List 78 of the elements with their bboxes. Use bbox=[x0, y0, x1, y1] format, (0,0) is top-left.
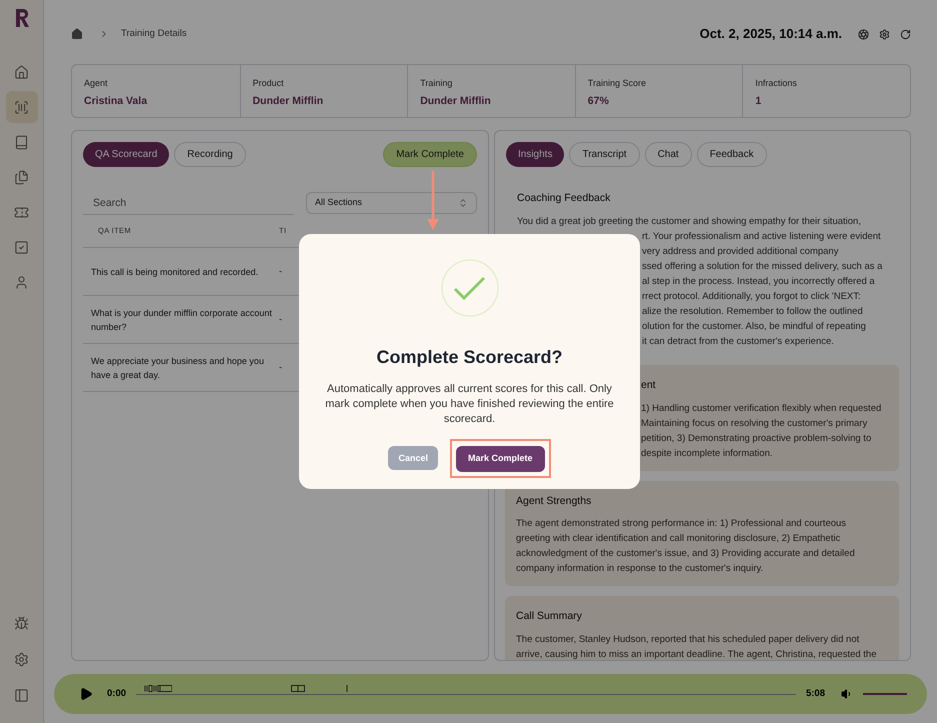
dialog-message: Automatically approves all current scores for this call. Only mark complete when you have finished reviewing the entire scorecard. bbox=[324, 382, 614, 427]
stat-value: Dunder Mifflin bbox=[252, 94, 324, 108]
scan-icon bbox=[14, 100, 29, 114]
logo-icon bbox=[14, 8, 30, 28]
tab[interactable]: Feedback bbox=[696, 142, 767, 167]
checkbox-icon bbox=[14, 240, 29, 254]
user-icon bbox=[14, 274, 29, 290]
section-title: Agent Strengths bbox=[516, 494, 592, 508]
bug-icon bbox=[14, 616, 29, 630]
current-time: 0:00 bbox=[107, 686, 126, 701]
paragraph-line: The customer, Stanley Hudson, reported that his scheduled paper delivery did not bbox=[516, 633, 860, 647]
marker-icon bbox=[144, 684, 172, 692]
settings-icon[interactable] bbox=[879, 28, 890, 40]
duration: 5:08 bbox=[806, 686, 825, 701]
paragraph-line: acknowledgment of the customer's issue, and 3) Providing accurate and detailed bbox=[516, 547, 856, 562]
marker-icon bbox=[291, 684, 306, 692]
table-cell-text: - bbox=[279, 312, 282, 326]
date-time: Oct. 2, 2025, 10:14 a.m. bbox=[700, 25, 842, 44]
breadcrumb-current: Training Details bbox=[121, 26, 187, 41]
table-cell-text: - bbox=[279, 360, 282, 374]
stat-label: Training bbox=[420, 77, 454, 90]
annotation-arrow bbox=[427, 171, 439, 231]
paragraph-line: Maintaining focus on resolving the customer's primary bbox=[641, 416, 868, 430]
paragraph-line: The agent demonstrated strong performance in: 1) Professional and courteous bbox=[516, 517, 848, 532]
sidebar-item[interactable] bbox=[6, 91, 38, 123]
mark-complete-button[interactable]: Mark Complete bbox=[383, 142, 477, 167]
marker-icon bbox=[346, 684, 348, 692]
tab[interactable]: Transcript bbox=[569, 142, 640, 167]
files-icon bbox=[14, 170, 29, 184]
paragraph-line: olution for the customer. Also, be mindful of repeating bbox=[642, 320, 867, 334]
tab[interactable]: Insights bbox=[506, 142, 564, 167]
play-button[interactable] bbox=[79, 687, 93, 701]
paragraph-line: company information in response to the customer's inquiry. bbox=[516, 562, 764, 576]
stat-value: 1 bbox=[755, 94, 762, 108]
refresh-icon[interactable] bbox=[900, 28, 911, 40]
search-field[interactable]: Search bbox=[83, 191, 294, 215]
paragraph-line: ssed offering a solution for the missed delivery, such as a bbox=[642, 260, 884, 274]
chevron-icon bbox=[458, 198, 468, 208]
paragraph-line: it can detract from the customer's experience. bbox=[642, 334, 835, 349]
paragraph-line: al step in the process. Instead, you incorrectly offered a bbox=[642, 274, 876, 289]
paragraph-line: despite incomplete information. bbox=[641, 446, 774, 460]
volume-icon[interactable] bbox=[841, 688, 853, 700]
paragraph-line: very address and provided additional company bbox=[642, 244, 840, 259]
paragraph-line: arrive, causing him to miss an important deadline. The agent, Christina, requested the bbox=[516, 648, 878, 660]
section-title: ent bbox=[641, 378, 657, 393]
stat-value: Cristina Vala bbox=[84, 94, 148, 108]
sidebar-toggle-icon bbox=[14, 688, 29, 702]
stat-value: 67% bbox=[588, 94, 610, 108]
stat-label: Product bbox=[252, 77, 285, 90]
home-icon[interactable] bbox=[71, 28, 83, 40]
stat-label: Infractions bbox=[755, 77, 798, 90]
stat-label: Agent bbox=[84, 77, 109, 90]
section-select[interactable]: All Sections bbox=[306, 192, 477, 214]
stat-label: Training Score bbox=[588, 77, 647, 90]
tab[interactable]: Chat bbox=[644, 142, 692, 167]
table-cell-text: We appreciate your business and hope you have a great day. bbox=[90, 354, 265, 382]
paragraph-line: 1) Handling customer verification flexibly when requested bbox=[641, 402, 882, 416]
section-title: Call Summary bbox=[516, 609, 583, 624]
table-cell-text: - bbox=[279, 264, 282, 278]
paragraph-line: alize the resolution. Remember to follow the outlined bbox=[642, 304, 864, 319]
tab[interactable]: QA Scorecard bbox=[83, 142, 170, 167]
table-cell-text: This call is being monitored and recorded. bbox=[90, 266, 260, 278]
stat-value: Dunder Mifflin bbox=[420, 94, 492, 108]
paragraph-line: You did a great job greeting the customer and showing empathy for their situation, bbox=[517, 214, 862, 229]
tab[interactable]: Recording bbox=[174, 142, 246, 167]
dialog-title: Complete Scorecard? bbox=[376, 346, 563, 369]
paragraph-line: rt. Your professionalism and active listening were evident bbox=[642, 230, 882, 244]
ticket-icon bbox=[14, 204, 29, 220]
settings-icon bbox=[14, 652, 29, 666]
paragraph-line: greeting with clear identification and call monitoring disclosure, 2) Empathetic bbox=[516, 532, 842, 546]
paragraph-line: petition, 3) Demonstrating proactive problem-solving to bbox=[641, 432, 872, 446]
section-title: Coaching Feedback bbox=[517, 191, 612, 206]
book-icon bbox=[14, 134, 29, 150]
home-icon bbox=[14, 64, 29, 80]
table-cell-text: What is your dunder mifflin corporate account number? bbox=[90, 306, 273, 334]
confirm-button[interactable]: Mark Complete bbox=[456, 446, 545, 472]
paragraph-line: rrect protocol. Additionally, you forgot to click 'NEXT: bbox=[642, 290, 862, 304]
check-icon bbox=[440, 259, 498, 317]
